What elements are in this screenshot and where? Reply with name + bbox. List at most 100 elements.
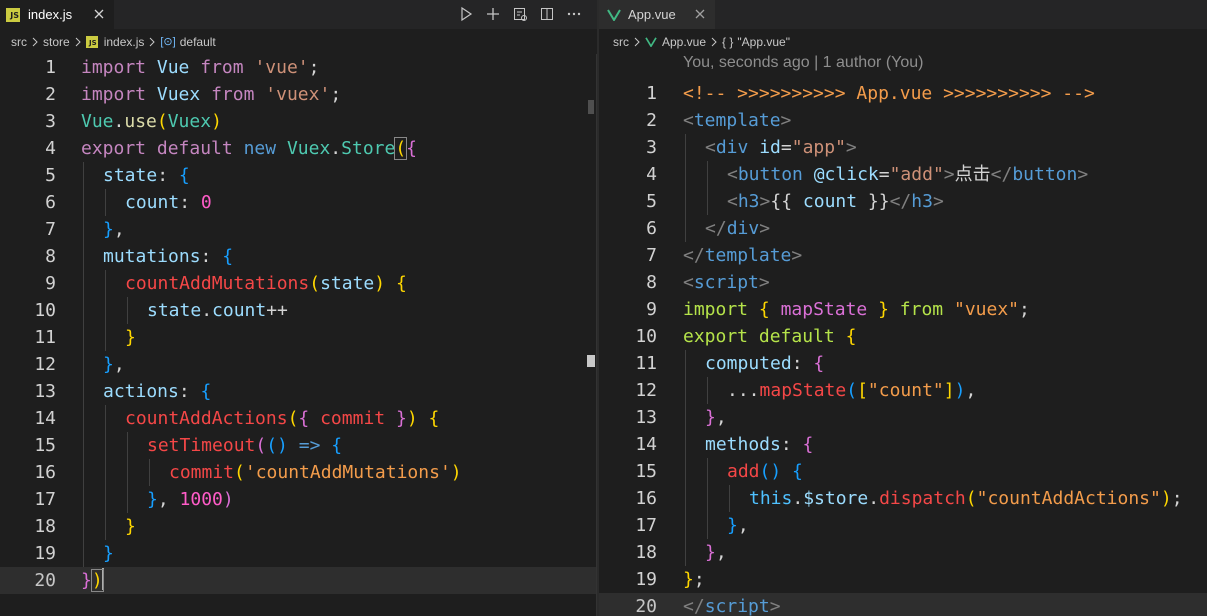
code-line[interactable]: 1 import Vue from 'vue'; <box>0 54 597 81</box>
close-icon[interactable] <box>693 7 707 21</box>
code-text: Vue.use(Vuex) <box>81 111 222 132</box>
code-line[interactable]: 5 <h3>{{ count }}</h3> <box>599 188 1207 215</box>
code-text: add() { <box>727 461 803 482</box>
tab-app-vue[interactable]: App.vue <box>599 0 715 29</box>
open-changes-icon[interactable] <box>511 5 529 23</box>
line-number: 1 <box>45 57 56 78</box>
code-text: <script> <box>683 272 770 293</box>
code-line-active[interactable]: 20 }) <box>0 567 597 594</box>
indent-guide <box>83 162 84 189</box>
indent-guide <box>685 377 686 404</box>
breadcrumb-folder-src[interactable]: src <box>11 35 27 49</box>
code-line[interactable]: 4 export default new Vuex.Store({ <box>0 135 597 162</box>
code-line[interactable]: 9 import { mapState } from "vuex"; <box>599 296 1207 323</box>
js-file-icon: JS <box>6 7 20 22</box>
scrollbar-thumb[interactable] <box>588 100 594 114</box>
code-line[interactable]: 18 } <box>0 513 597 540</box>
code-line-active[interactable]: 20 </script> <box>599 593 1207 616</box>
vue-file-icon <box>645 36 657 47</box>
code-line[interactable]: 3 <div id="app"> <box>599 134 1207 161</box>
code-line[interactable]: 7 </template> <box>599 242 1207 269</box>
breadcrumb-folder-src[interactable]: src <box>613 35 629 49</box>
code-line[interactable]: 16 commit('countAddMutations') <box>0 459 597 486</box>
tab-index-js[interactable]: JS index.js <box>0 0 114 29</box>
code-text: }, <box>103 219 125 240</box>
indent-guide <box>105 513 106 540</box>
code-line[interactable]: 15 setTimeout(() => { <box>0 432 597 459</box>
code-text: }, <box>103 354 125 375</box>
indent-guide <box>127 297 128 324</box>
right-editor-pane: App.vue src App.vue { } "App.vue" You, s… <box>599 0 1207 616</box>
code-line[interactable]: 12 ...mapState(["count"]), <box>599 377 1207 404</box>
left-tab-bar: JS index.js <box>0 0 597 29</box>
code-line[interactable]: 13 }, <box>599 404 1207 431</box>
line-number: 15 <box>635 461 657 482</box>
code-line[interactable]: 2 <template> <box>599 107 1207 134</box>
code-line[interactable]: 17 }, 1000) <box>0 486 597 513</box>
code-editor[interactable]: 1 import Vue from 'vue'; 2 import Vuex f… <box>0 54 597 616</box>
code-line[interactable]: 11 computed: { <box>599 350 1207 377</box>
code-text: export default new Vuex.Store({ <box>81 137 418 160</box>
code-text: import Vuex from 'vuex'; <box>81 84 342 105</box>
breadcrumb-symbol[interactable]: "App.vue" <box>737 35 790 49</box>
indent-guide <box>685 134 686 161</box>
code-line[interactable]: 14 methods: { <box>599 431 1207 458</box>
code-line[interactable]: 15 add() { <box>599 458 1207 485</box>
line-number: 2 <box>646 110 657 131</box>
breadcrumb-file[interactable]: App.vue <box>662 35 706 49</box>
code-text: }, <box>705 542 727 563</box>
code-line[interactable]: 2 import Vuex from 'vuex'; <box>0 81 597 108</box>
code-text: state: { <box>103 165 190 186</box>
code-text: } <box>125 327 136 348</box>
right-tab-bar: App.vue <box>599 0 1207 29</box>
line-number: 6 <box>45 192 56 213</box>
code-line[interactable]: 10 state.count++ <box>0 297 597 324</box>
code-line[interactable]: 5 state: { <box>0 162 597 189</box>
object-symbol-icon: { } <box>722 34 734 49</box>
indent-guide <box>149 459 150 486</box>
line-number: 12 <box>635 380 657 401</box>
code-line[interactable]: 19 } <box>0 540 597 567</box>
breadcrumb-folder-store[interactable]: store <box>43 35 70 49</box>
code-text: <div id="app"> <box>705 137 857 158</box>
code-text: }) <box>81 568 104 592</box>
code-line[interactable]: 17 }, <box>599 512 1207 539</box>
line-number: 13 <box>34 381 56 402</box>
breadcrumb: src App.vue { } "App.vue" <box>599 29 1207 54</box>
code-line[interactable]: 13 actions: { <box>0 378 597 405</box>
code-editor[interactable]: You, seconds ago | 1 author (You) 1 <!--… <box>599 54 1207 616</box>
split-editor-icon[interactable] <box>538 5 556 23</box>
line-number: 9 <box>646 299 657 320</box>
chevron-right-icon <box>631 37 643 47</box>
code-text: export default { <box>683 326 857 347</box>
chevron-right-icon <box>29 37 41 47</box>
close-icon[interactable] <box>92 7 106 21</box>
code-line[interactable]: 18 }, <box>599 539 1207 566</box>
code-line[interactable]: 3 Vue.use(Vuex) <box>0 108 597 135</box>
code-line[interactable]: 4 <button @click="add">点击</button> <box>599 161 1207 188</box>
code-text: }, <box>727 515 749 536</box>
code-line[interactable]: 6 count: 0 <box>0 189 597 216</box>
code-line[interactable]: 16 this.$store.dispatch("countAddActions… <box>599 485 1207 512</box>
code-line[interactable]: 8 <script> <box>599 269 1207 296</box>
code-text: this.$store.dispatch("countAddActions"); <box>749 488 1183 509</box>
code-line[interactable]: 7 }, <box>0 216 597 243</box>
code-line[interactable]: 14 countAddActions({ commit }) { <box>0 405 597 432</box>
line-number: 6 <box>646 218 657 239</box>
run-icon[interactable] <box>457 5 475 23</box>
code-text: <h3>{{ count }}</h3> <box>727 191 944 212</box>
code-line[interactable]: 11 } <box>0 324 597 351</box>
breadcrumb-symbol[interactable]: default <box>180 35 216 49</box>
code-line[interactable]: 19 }; <box>599 566 1207 593</box>
code-line[interactable]: 1 <!-- >>>>>>>>>> App.vue >>>>>>>>>> --> <box>599 80 1207 107</box>
split-add-icon[interactable] <box>484 5 502 23</box>
code-line[interactable]: 8 mutations: { <box>0 243 597 270</box>
code-line[interactable]: 6 </div> <box>599 215 1207 242</box>
indent-guide <box>685 512 686 539</box>
code-line[interactable]: 12 }, <box>0 351 597 378</box>
git-blame-codelens[interactable]: You, seconds ago | 1 author (You) <box>683 54 923 80</box>
breadcrumb-file[interactable]: index.js <box>104 35 145 49</box>
code-line[interactable]: 9 countAddMutations(state) { <box>0 270 597 297</box>
code-line[interactable]: 10 export default { <box>599 323 1207 350</box>
more-actions-icon[interactable] <box>565 5 583 23</box>
